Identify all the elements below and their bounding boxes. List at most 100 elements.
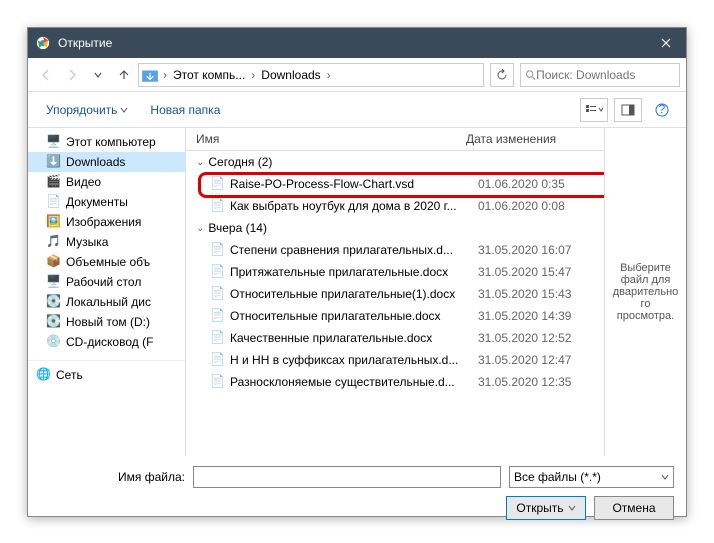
preview-pane: Выберите файл для дварительного просмотр… xyxy=(604,128,686,456)
chevron-down-icon xyxy=(93,70,103,80)
search-box[interactable] xyxy=(520,63,680,87)
file-type-filter[interactable]: Все файлы (*.*) xyxy=(509,466,674,488)
file-row[interactable]: 📄Разносклоняемые существительные.d...31.… xyxy=(186,371,604,393)
disk-icon: 💽 xyxy=(46,294,62,310)
video-icon: 🎬 xyxy=(46,174,62,190)
file-row[interactable]: 📄Степени сравнения прилагательных.d...31… xyxy=(186,239,604,261)
doc-file-icon: 📄 xyxy=(210,264,226,280)
tree-item-disk[interactable]: 💽Новый том (D:) xyxy=(28,312,185,332)
network-icon: 🌐 xyxy=(36,367,52,383)
file-list: Имя Дата изменения ⌄ Сегодня (2) 📄Raise-PO… xyxy=(186,128,604,456)
file-row[interactable]: 📄Притяжательные прилагательные.docx31.05… xyxy=(186,261,604,283)
breadcrumb[interactable]: › Этот компь... › Downloads › xyxy=(138,63,484,87)
file-name: Н и НН в суффиксах прилагательных.d... xyxy=(230,353,478,367)
tree-item-label: Объемные объ xyxy=(66,255,150,269)
tree-item-label: Локальный дис xyxy=(66,295,151,309)
file-list-header: Имя Дата изменения xyxy=(186,128,604,151)
tree-item-label: Рабочий стол xyxy=(66,275,141,289)
filename-input[interactable] xyxy=(193,466,501,488)
new-folder-button[interactable]: Новая папка xyxy=(142,99,228,121)
tree-item-label: Изображения xyxy=(66,215,141,229)
chevron-down-icon: ⌄ xyxy=(196,223,204,234)
tree-item-label: Сеть xyxy=(56,368,83,382)
filename-label: Имя файла: xyxy=(40,470,185,484)
chevron-down-icon xyxy=(661,473,669,481)
tree-item-desktop[interactable]: 🖥️ Рабочий стол xyxy=(28,272,185,292)
file-name: Разносклоняемые существительные.d... xyxy=(230,375,478,389)
arrow-left-icon xyxy=(39,68,53,82)
file-name: Относительные прилагательные(1).docx xyxy=(230,287,478,301)
file-date: 31.05.2020 15:47 xyxy=(478,265,571,279)
open-file-dialog: Открытие › Этот компь... › Downloads › У… xyxy=(27,27,687,517)
tree-item-downloads[interactable]: ⬇️ Downloads xyxy=(28,152,185,172)
file-row[interactable]: 📄Качественные прилагательные.docx31.05.2… xyxy=(186,327,604,349)
tree-item-cd[interactable]: 💿CD-дисковод (F xyxy=(28,332,185,352)
back-button[interactable] xyxy=(34,63,58,87)
tree-item-3d[interactable]: 📦 Объемные объ xyxy=(28,252,185,272)
file-row[interactable]: 📄Относительные прилагательные.docx31.05.… xyxy=(186,305,604,327)
pc-icon: 🖥️ xyxy=(46,134,62,150)
tree-item-network[interactable]: 🌐 Сеть xyxy=(28,360,185,385)
file-date: 31.05.2020 14:39 xyxy=(478,309,571,323)
breadcrumb-item-0[interactable]: Этот компь... xyxy=(169,68,249,82)
help-button[interactable]: ? xyxy=(648,98,676,122)
search-icon xyxy=(525,69,536,81)
file-row[interactable]: 📄Raise-PO-Process-Flow-Chart.vsd01.06.20… xyxy=(186,173,604,195)
view-mode-button[interactable] xyxy=(580,98,608,122)
cancel-button[interactable]: Отмена xyxy=(594,496,674,520)
file-date: 01.06.2020 0:08 xyxy=(478,199,565,213)
column-name[interactable]: Имя xyxy=(196,132,466,146)
tree-item-label: Новый том (D:) xyxy=(66,315,150,329)
tree-item-pc[interactable]: 🖥️ Этот компьютер xyxy=(28,132,185,152)
organize-button[interactable]: Упорядочить xyxy=(38,99,136,121)
file-name: Как выбрать ноутбук для дома в 2020 г... xyxy=(230,199,478,213)
up-button[interactable] xyxy=(112,63,136,87)
arrow-right-icon xyxy=(65,68,79,82)
search-input[interactable] xyxy=(536,68,675,82)
refresh-button[interactable] xyxy=(490,63,514,87)
file-row[interactable]: 📄Как выбрать ноутбук для дома в 2020 г..… xyxy=(186,195,604,217)
tree-item-video[interactable]: 🎬Видео xyxy=(28,172,185,192)
titlebar: Открытие xyxy=(28,28,686,58)
desktop-icon: 🖥️ xyxy=(46,274,62,290)
file-name: Относительные прилагательные.docx xyxy=(230,309,478,323)
chevron-down-icon xyxy=(120,106,128,114)
breadcrumb-sep: › xyxy=(325,68,333,82)
breadcrumb-item-1[interactable]: Downloads xyxy=(257,68,324,82)
group-label: Вчера (14) xyxy=(208,221,267,235)
chevron-down-icon: ⌄ xyxy=(196,157,204,168)
file-row[interactable]: 📄Н и НН в суффиксах прилагательных.d...3… xyxy=(186,349,604,371)
tree-item-label: Этот компьютер xyxy=(66,135,156,149)
breadcrumb-sep: › xyxy=(161,68,169,82)
tree-item-docs[interactable]: 📄Документы xyxy=(28,192,185,212)
help-icon: ? xyxy=(655,103,669,117)
3d-icon: 📦 xyxy=(46,254,62,270)
preview-pane-button[interactable] xyxy=(614,98,642,122)
arrow-up-icon xyxy=(117,68,131,82)
tree-item-music[interactable]: 🎵Музыка xyxy=(28,232,185,252)
file-name: Качественные прилагательные.docx xyxy=(230,331,478,345)
pics-icon: 🖼️ xyxy=(46,214,62,230)
cd-icon: 💿 xyxy=(46,334,62,350)
recent-button[interactable] xyxy=(86,63,110,87)
file-group-header[interactable]: ⌄ Сегодня (2) xyxy=(186,151,604,173)
breadcrumb-sep: › xyxy=(249,68,257,82)
downloads-icon: ⬇️ xyxy=(46,154,62,170)
group-label: Сегодня (2) xyxy=(208,155,272,169)
tree-item-pics[interactable]: 🖼️ Изображения xyxy=(28,212,185,232)
chevron-down-icon xyxy=(568,504,576,512)
tree-item-disk[interactable]: 💽 Локальный дис xyxy=(28,292,185,312)
open-button[interactable]: Открыть xyxy=(506,496,586,520)
file-row[interactable]: 📄Относительные прилагательные(1).docx31.… xyxy=(186,283,604,305)
content-area: 🖥️ Этот компьютер ⬇️ Downloads 🎬Видео📄Докуме… xyxy=(28,128,686,456)
close-button[interactable] xyxy=(646,28,686,58)
tree-item-label: Downloads xyxy=(66,155,125,169)
dialog-footer: Имя файла: Все файлы (*.*) Открыть Отмен… xyxy=(28,456,686,530)
column-date[interactable]: Дата изменения xyxy=(466,132,556,146)
doc-file-icon: 📄 xyxy=(210,330,226,346)
forward-button[interactable] xyxy=(60,63,84,87)
downloads-folder-icon xyxy=(141,66,159,84)
file-group-header[interactable]: ⌄ Вчера (14) xyxy=(186,217,604,239)
doc-file-icon: 📄 xyxy=(210,242,226,258)
address-bar: › Этот компь... › Downloads › xyxy=(28,58,686,92)
